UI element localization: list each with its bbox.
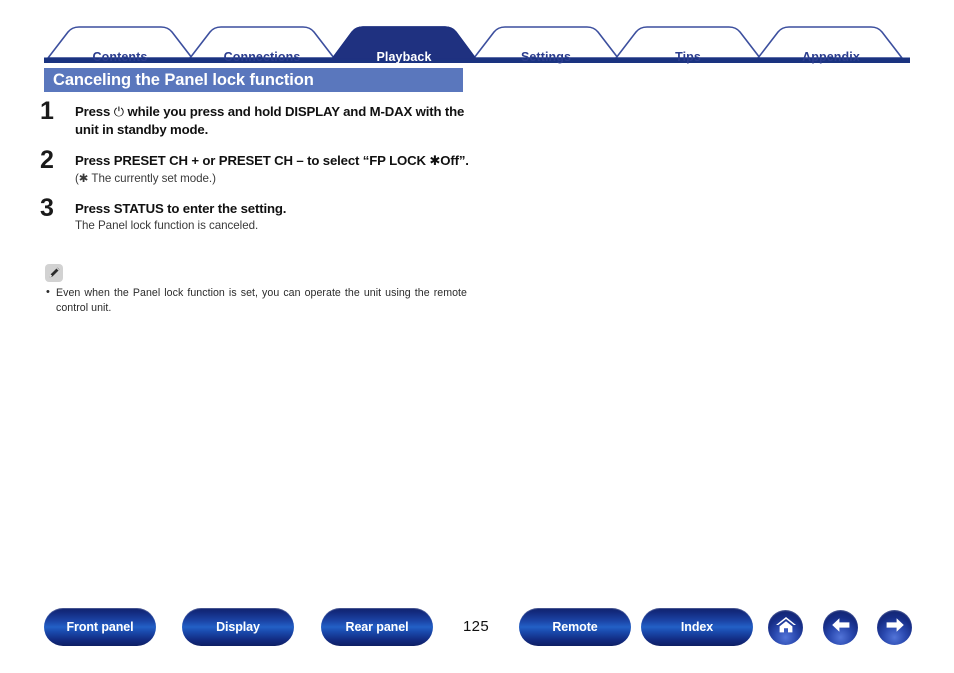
tab-playback[interactable]: Playback [376,50,431,64]
tab-bar: Contents Connections Playback Settings T… [0,22,954,64]
pencil-icon [45,264,63,282]
step-number: 3 [40,193,54,222]
note-item: Even when the Panel lock function is set… [45,285,467,316]
step-number: 2 [40,145,54,174]
forward-button[interactable] [877,610,912,645]
tab-appendix[interactable]: Appendix [802,50,860,64]
step-heading: Press STATUS to enter the setting. [75,200,480,217]
step-item: 3 Press STATUS to enter the setting. The… [40,195,480,234]
step-heading-pre: Press STATUS to enter the setting. [75,200,287,216]
page-title: Canceling the Panel lock function [44,68,463,92]
step-item: 2 Press PRESET CH + or PRESET CH – to se… [40,147,480,187]
note-block: Even when the Panel lock function is set… [45,264,467,316]
display-button[interactable]: Display [182,608,294,646]
asterisk-icon: ✱ [429,153,441,169]
tab-settings[interactable]: Settings [521,50,571,64]
step-item: 1 Press ⏻ while you press and hold DISPL… [40,99,480,139]
note-list: Even when the Panel lock function is set… [45,285,467,316]
tab-tips[interactable]: Tips [675,50,701,64]
step-heading-post: while you press and hold DISPLAY and M-D… [75,104,465,138]
index-button[interactable]: Index [641,608,753,646]
back-button[interactable] [823,610,858,645]
arrow-left-icon [830,616,852,639]
instruction-steps: 1 Press ⏻ while you press and hold DISPL… [40,99,480,245]
tab-connections[interactable]: Connections [224,50,301,64]
bottom-navigation: Front panel Display Rear panel 125 Remot… [0,608,954,650]
step-heading-pre: Press PRESET CH + or PRESET CH – to sele… [75,152,430,168]
front-panel-button[interactable]: Front panel [44,608,156,646]
step-heading: Press ⏻ while you press and hold DISPLAY… [75,103,480,139]
step-heading-pre: Press [75,104,114,119]
step-number: 1 [40,97,54,125]
tab-contents[interactable]: Contents [93,50,148,64]
remote-button[interactable]: Remote [519,608,631,646]
step-subtext: The Panel lock function is canceled. [75,219,259,233]
home-icon [775,615,797,640]
step-heading-post: Off”. [440,152,469,168]
rear-panel-button[interactable]: Rear panel [321,608,433,646]
power-standby-icon: ⏻ [113,105,124,120]
arrow-right-icon [884,616,906,639]
home-button[interactable] [768,610,803,645]
tab-underline [44,57,910,63]
step-subtext: (✱ The currently set mode.) [75,172,216,186]
step-heading: Press PRESET CH + or PRESET CH – to sele… [75,152,480,170]
page-number: 125 [463,618,489,635]
